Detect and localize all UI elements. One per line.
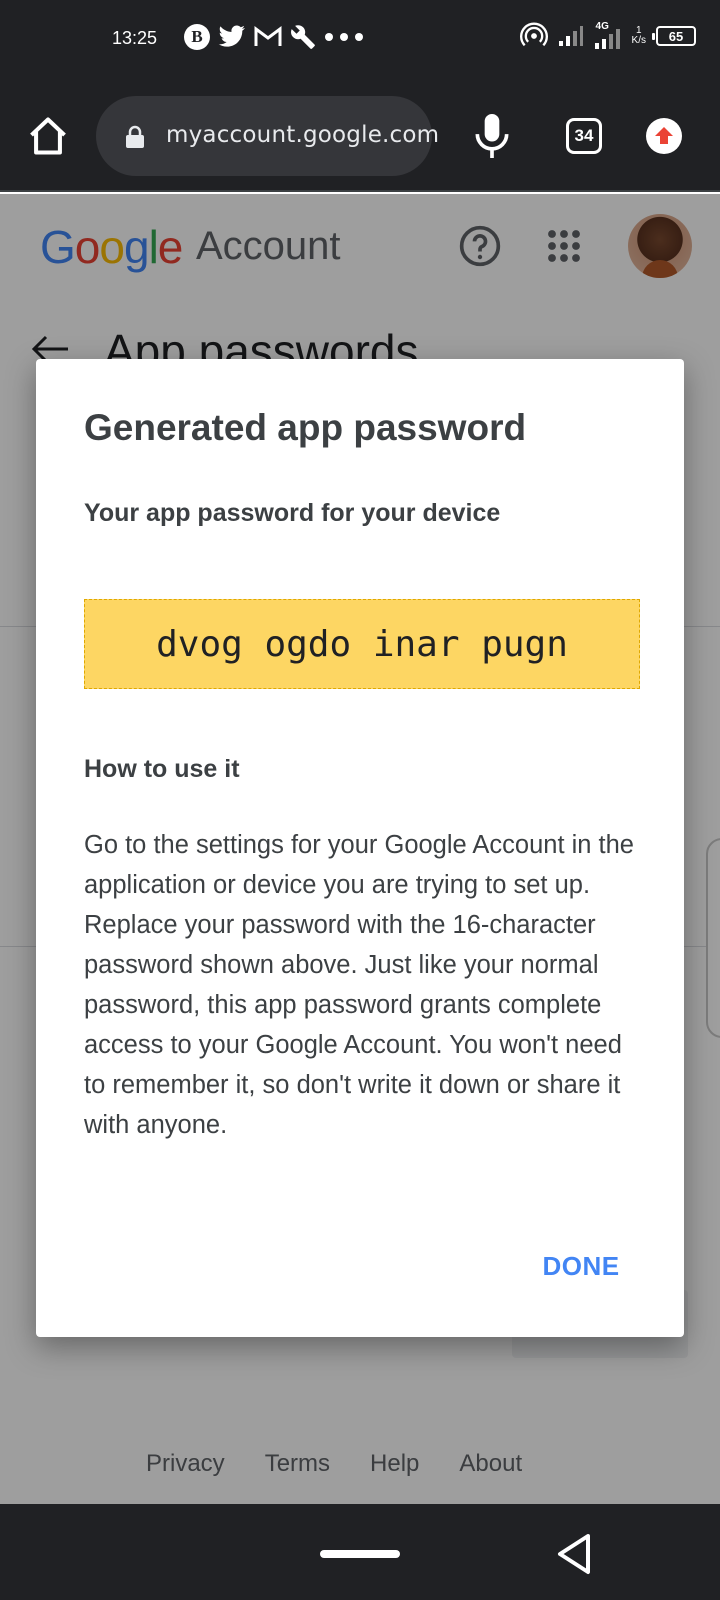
home-gesture-pill[interactable]	[320, 1550, 400, 1558]
status-time: 13:25	[112, 28, 158, 48]
battery-level: 65	[668, 28, 684, 44]
up-arrow-icon	[655, 127, 673, 144]
url-text[interactable]: myaccount.google.com	[166, 122, 439, 148]
done-button[interactable]: DONE	[526, 1241, 636, 1291]
net-speed: 1 K/s	[632, 26, 646, 46]
howto-heading: How to use it	[84, 755, 240, 783]
lock-icon[interactable]	[124, 125, 146, 149]
mobile-data-icon: 4G	[594, 21, 622, 49]
net-speed-unit: K/s	[631, 35, 646, 46]
system-icons: 4G 1 K/s 65	[519, 21, 696, 50]
tab-count: 34	[574, 126, 594, 145]
home-icon[interactable]	[26, 114, 70, 158]
microphone-icon[interactable]	[470, 112, 514, 160]
bitcoin-icon: B	[184, 24, 210, 50]
app-password[interactable]: dvog ogdo inar pugn	[156, 624, 568, 665]
browser-toolbar: myaccount.google.com 34	[0, 80, 720, 192]
generated-password-dialog: Generated app password Your app password…	[36, 359, 684, 1337]
gmail-icon	[254, 26, 282, 46]
twitter-icon	[218, 25, 245, 47]
notification-icons: B	[158, 24, 364, 50]
tab-switcher-button[interactable]: 34	[566, 118, 602, 154]
battery-indicator: 65	[652, 26, 696, 46]
signal-icon	[558, 26, 583, 46]
more-notifications-icon	[325, 33, 363, 41]
hotspot-icon	[519, 22, 548, 47]
address-bar[interactable]: myaccount.google.com	[96, 96, 439, 176]
dialog-subtitle: Your app password for your device	[84, 499, 501, 527]
system-nav-bar	[0, 1504, 720, 1600]
status-bar: 13:25 B 4G 1 K/s 65	[0, 0, 720, 80]
back-nav-icon[interactable]	[554, 1532, 594, 1576]
update-button[interactable]	[646, 118, 682, 154]
wrench-icon	[291, 25, 315, 49]
dialog-title: Generated app password	[84, 407, 527, 448]
password-box[interactable]: dvog ogdo inar pugn	[84, 599, 640, 689]
howto-body: Go to the settings for your Google Accou…	[84, 831, 634, 1139]
